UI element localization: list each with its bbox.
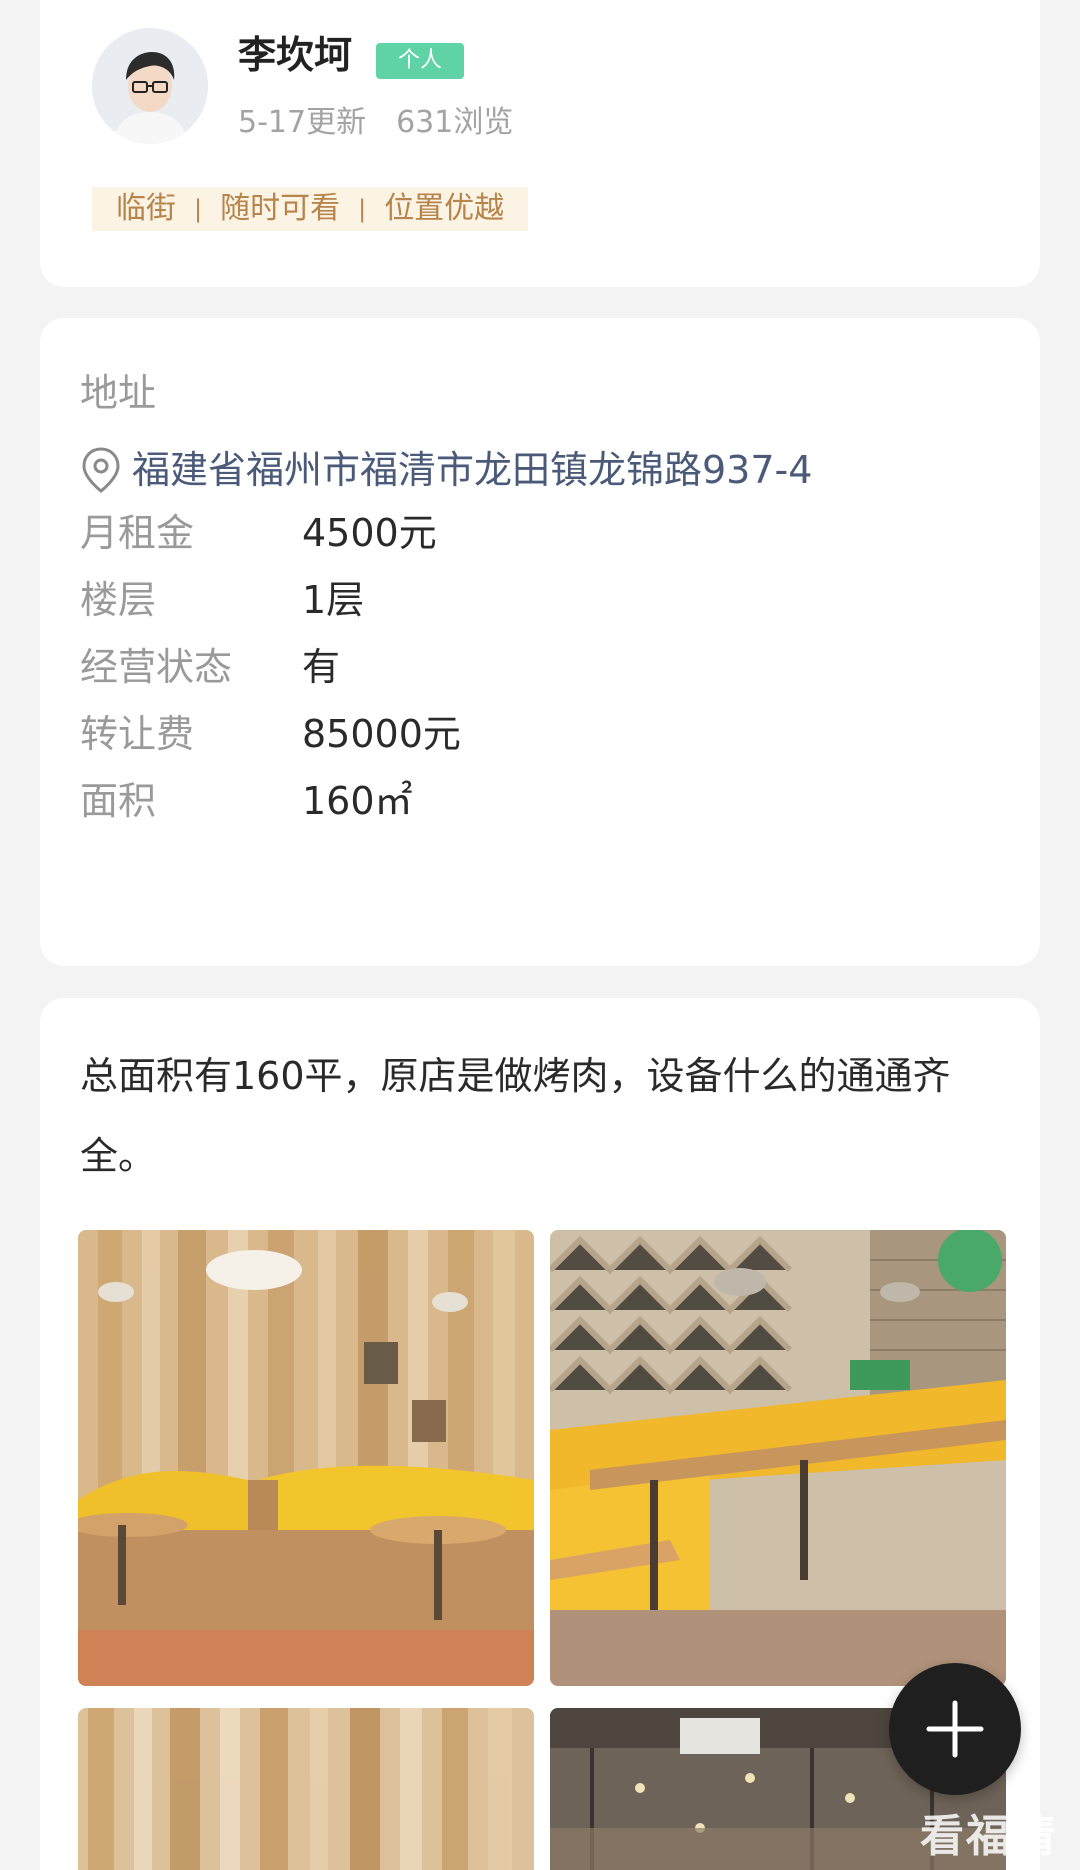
floor-row: 楼层 1层 <box>80 581 364 619</box>
user-name: 李坎坷 <box>238 33 353 77</box>
updated-date: 5-17更新 <box>238 105 367 140</box>
tag-item: 位置优越 <box>384 191 505 226</box>
profile-card: 李坎坷 个人 5-17更新 631浏览 临街 | 随时可看 | 位置优越 <box>40 0 1040 287</box>
description-text: 总面积有160平，原店是做烤肉，设备什么的通通齐全。 <box>80 1054 951 1178</box>
individual-badge: 个人 <box>376 43 465 79</box>
business-status-row: 经营状态 有 <box>80 648 340 686</box>
avatar[interactable] <box>92 28 208 144</box>
tag-separator: | <box>358 195 367 223</box>
transfer-fee-label: 转让费 <box>80 712 195 756</box>
add-button[interactable] <box>889 1663 1021 1795</box>
transfer-fee-row: 转让费 85000元 <box>80 715 461 753</box>
business-status-value: 有 <box>302 645 341 689</box>
location-pin-icon <box>82 447 120 493</box>
plus-icon <box>926 1700 984 1758</box>
rent-label: 月租金 <box>80 511 195 555</box>
area-row: 面积 160㎡ <box>80 782 413 820</box>
shop-photo-1[interactable] <box>78 1230 534 1686</box>
watermark: 看福清 <box>920 1811 1058 1862</box>
listing-meta: 5-17更新 631浏览 <box>238 108 513 138</box>
view-count: 631浏览 <box>396 105 514 140</box>
rent-value: 4500元 <box>302 511 437 555</box>
rent-row: 月租金 4500元 <box>80 514 437 552</box>
feature-tags: 临街 | 随时可看 | 位置优越 <box>92 187 529 231</box>
transfer-fee-value: 85000元 <box>302 712 461 756</box>
area-label: 面积 <box>80 779 157 823</box>
tag-item: 随时可看 <box>220 191 341 226</box>
shop-photo-2[interactable] <box>550 1230 1006 1686</box>
address-label: 地址 <box>80 371 157 415</box>
listing-page: 李坎坷 个人 5-17更新 631浏览 临街 | 随时可看 | 位置优越 地址 … <box>0 0 1080 1870</box>
floor-value: 1层 <box>302 578 365 622</box>
business-status-label: 经营状态 <box>80 645 233 689</box>
details-card: 地址 福建省福州市福清市龙田镇龙锦路937-4 月租金 4500元 楼层 1层 … <box>40 318 1040 966</box>
address-row[interactable]: 福建省福州市福清市龙田镇龙锦路937-4 <box>80 446 812 494</box>
tag-separator: | <box>194 195 203 223</box>
address-text: 福建省福州市福清市龙田镇龙锦路937-4 <box>132 448 813 492</box>
shop-photo-3[interactable] <box>78 1708 534 1870</box>
floor-label: 楼层 <box>80 578 157 622</box>
tag-item: 临街 <box>116 191 176 226</box>
area-value: 160㎡ <box>302 779 413 823</box>
